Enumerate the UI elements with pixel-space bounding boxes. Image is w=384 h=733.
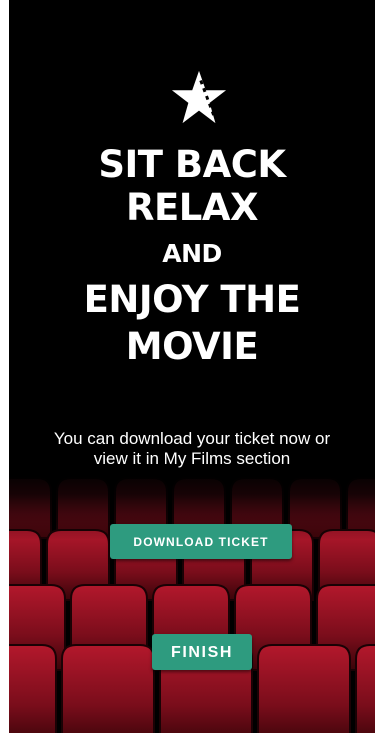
headline-line-5: MOVIE — [125, 325, 259, 368]
headline-line-1: SIT BACK — [98, 143, 286, 186]
download-info-text: You can download your ticket now or view… — [53, 429, 331, 468]
seat — [9, 644, 57, 733]
confirmation-screen: SIT BACK RELAX AND ENJOY THE MOVIE You c… — [9, 0, 375, 733]
seat — [61, 644, 155, 733]
film-star-icon — [171, 70, 227, 124]
headline-line-3: AND — [162, 239, 222, 268]
download-ticket-button[interactable]: DOWNLOAD TICKET — [110, 524, 292, 559]
headline-line-2: RELAX — [125, 186, 259, 229]
seat — [257, 644, 351, 733]
seat — [355, 644, 375, 733]
finish-button[interactable]: FINISH — [152, 634, 252, 670]
headline-line-4: ENJOY THE — [83, 278, 301, 321]
